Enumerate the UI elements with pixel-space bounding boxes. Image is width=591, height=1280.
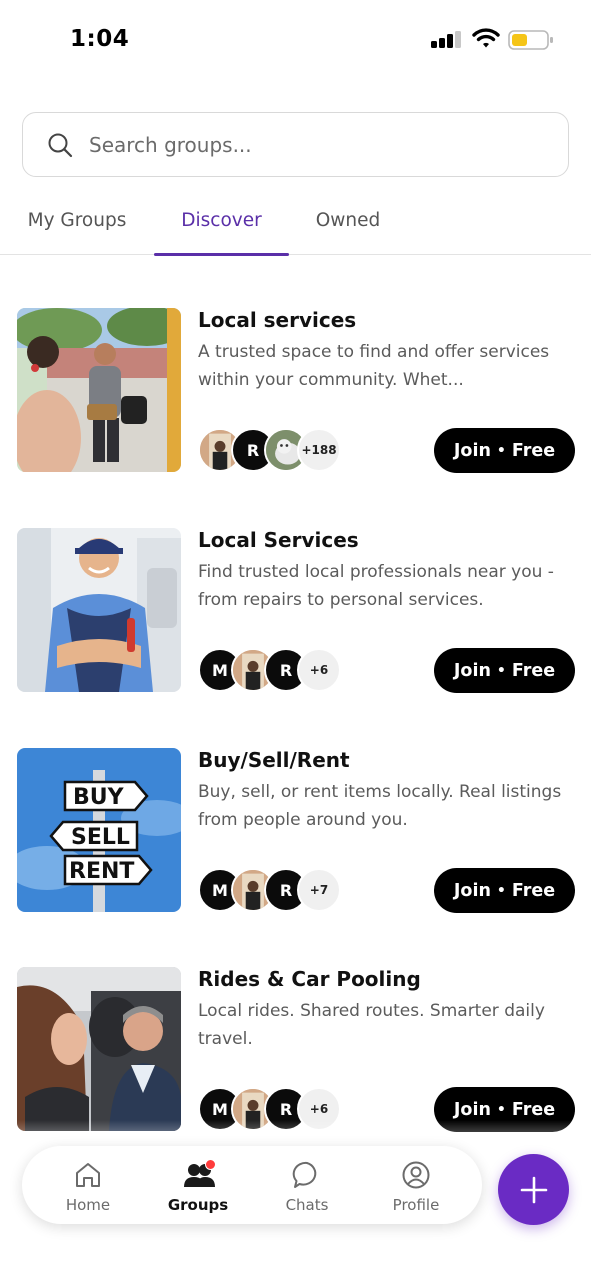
nav-profile[interactable]: Profile (361, 1146, 471, 1224)
tab-discover[interactable]: Discover (154, 200, 289, 255)
group-thumbnail (17, 308, 181, 472)
group-description: Local rides. Shared routes. Smarter dail… (198, 1001, 545, 1049)
search-bar[interactable] (22, 112, 569, 177)
separator-dot: • (496, 882, 506, 899)
tab-my-groups[interactable]: My Groups (20, 200, 134, 255)
wifi-icon (472, 28, 500, 48)
search-icon (48, 133, 73, 158)
tab-owned[interactable]: Owned (300, 200, 396, 255)
price-label: Free (511, 660, 556, 681)
bottom-navigation: Home Groups Chats Profile (22, 1146, 482, 1224)
join-label: Join (453, 1099, 491, 1120)
join-label: Join (453, 880, 491, 901)
nav-profile-label: Profile (392, 1196, 440, 1214)
nav-home[interactable]: Home (33, 1146, 143, 1224)
group-thumbnail (17, 528, 181, 692)
member-avatars: M R +6 (198, 648, 348, 692)
more-members-count: +6 (297, 648, 341, 692)
signpost-rent-text: RENT (69, 859, 134, 884)
nav-home-label: Home (65, 1196, 111, 1214)
member-avatars: R +188 (198, 428, 348, 472)
status-bar: 1:04 (0, 0, 591, 80)
search-input[interactable] (89, 125, 549, 165)
plus-icon (520, 1176, 547, 1203)
more-members-count: +7 (297, 868, 341, 912)
nav-chats-label: Chats (285, 1196, 329, 1214)
status-time: 1:04 (70, 26, 130, 52)
group-card[interactable]: Rides & Car Pooling Local rides. Shared … (0, 967, 591, 1133)
join-label: Join (453, 660, 491, 681)
separator-dot: • (496, 442, 506, 459)
group-description: A trusted space to find and offer servic… (198, 342, 550, 390)
home-icon (73, 1160, 103, 1190)
join-button[interactable]: Join • Free (434, 428, 575, 473)
notification-dot (205, 1159, 216, 1170)
group-description: Find trusted local professionals near yo… (198, 562, 554, 610)
cellular-signal-icon (431, 31, 461, 48)
join-button[interactable]: Join • Free (434, 648, 575, 693)
group-thumbnail: BUY SELL RENT (17, 748, 181, 912)
nav-chats[interactable]: Chats (252, 1146, 362, 1224)
price-label: Free (511, 880, 556, 901)
group-thumbnail (17, 967, 181, 1131)
group-title: Local Services (198, 528, 359, 552)
group-card[interactable]: Local services A trusted space to find a… (0, 308, 591, 474)
group-title: Buy/Sell/Rent (198, 748, 350, 772)
price-label: Free (511, 1099, 556, 1120)
join-button[interactable]: Join • Free (434, 868, 575, 913)
group-title: Rides & Car Pooling (198, 967, 421, 991)
group-card[interactable]: BUY SELL RENT Buy/Sell/Rent Buy, sell, o… (0, 748, 591, 914)
signpost-buy-text: BUY (73, 785, 125, 810)
member-avatars: M R +7 (198, 868, 348, 912)
battery-icon (508, 30, 553, 50)
group-card[interactable]: Local Services Find trusted local profes… (0, 528, 591, 694)
nav-groups[interactable]: Groups (143, 1146, 253, 1224)
more-members-count: +188 (297, 428, 341, 472)
nav-groups-label: Groups (167, 1196, 229, 1214)
group-description: Buy, sell, or rent items locally. Real l… (198, 782, 562, 830)
active-tab-indicator (154, 253, 289, 256)
groups-icon (183, 1159, 216, 1190)
price-label: Free (511, 440, 556, 461)
join-label: Join (453, 440, 491, 461)
profile-icon (401, 1160, 431, 1190)
separator-dot: • (496, 1101, 506, 1118)
group-title: Local services (198, 308, 357, 332)
signpost-sell-text: SELL (71, 825, 130, 850)
group-tabs: My Groups Discover Owned (0, 200, 591, 256)
chat-icon (292, 1160, 322, 1190)
separator-dot: • (496, 662, 506, 679)
create-group-button[interactable] (498, 1154, 569, 1225)
